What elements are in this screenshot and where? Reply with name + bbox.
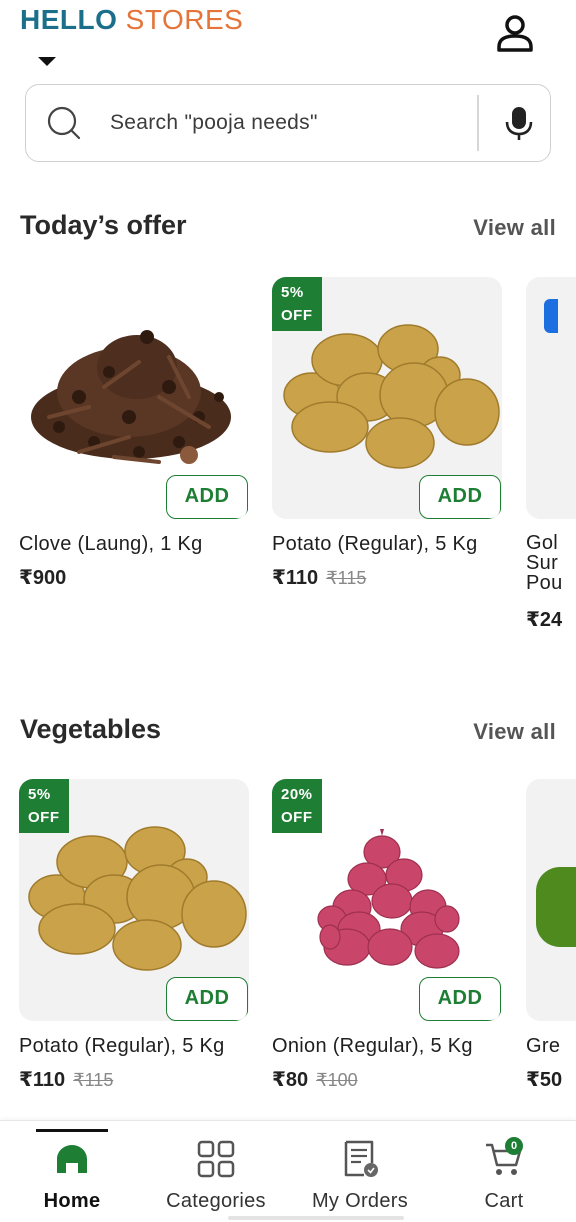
profile-icon[interactable] <box>494 14 536 54</box>
price-value: ₹110 <box>272 567 319 589</box>
discount-percent: 5% <box>28 786 51 803</box>
add-button[interactable]: ADD <box>419 977 501 1021</box>
view-all-todays-offer[interactable]: View all <box>473 215 556 241</box>
product-image-box[interactable]: 5% OFF ADD <box>19 779 249 1021</box>
discount-percent: 20% <box>281 786 313 803</box>
discount-off: OFF <box>281 307 313 324</box>
grid-icon <box>197 1140 235 1178</box>
search-icon <box>47 106 81 140</box>
product-image-box[interactable]: 20% OFF ADD <box>272 779 502 1021</box>
nav-label: Cart <box>484 1190 524 1212</box>
name-line: Sur <box>526 552 559 574</box>
product-name: Clove (Laung), 1 Kg <box>19 533 203 555</box>
logo-hello: HELLO <box>20 4 118 35</box>
add-button[interactable]: ADD <box>419 475 501 519</box>
product-card-partial[interactable]: Gol Sur Pou ₹24 <box>526 277 576 637</box>
product-image-box[interactable]: 5% OFF ADD <box>272 277 502 519</box>
price-value: ₹900 <box>19 567 67 589</box>
product-price: ₹80 ₹100 <box>272 1067 358 1092</box>
add-button[interactable]: ADD <box>166 475 248 519</box>
discount-off: OFF <box>28 809 60 826</box>
section-title-todays-offer: Today’s offer <box>20 210 187 240</box>
price-value: ₹110 <box>19 1069 66 1091</box>
product-name: Potato (Regular), 5 Kg <box>19 1035 225 1057</box>
product-name: Gol Sur Pou <box>526 533 563 593</box>
mic-icon[interactable] <box>504 105 534 141</box>
mrp-value: ₹115 <box>73 1070 114 1090</box>
product-image-box[interactable]: ADD <box>19 277 249 519</box>
view-all-vegetables[interactable]: View all <box>473 719 556 745</box>
capsicum-image <box>536 867 576 947</box>
mrp-value: ₹100 <box>316 1070 358 1090</box>
home-icon <box>57 1145 87 1173</box>
nav-label: My Orders <box>311 1190 409 1212</box>
product-price: ₹50 <box>526 1069 563 1091</box>
nav-home[interactable]: Home <box>0 1121 144 1222</box>
orders-icon <box>344 1140 378 1177</box>
discount-badge: 20% OFF <box>272 779 322 833</box>
product-image-box[interactable] <box>526 277 576 519</box>
logo-stores: STORES <box>125 4 244 35</box>
mrp-value: ₹115 <box>326 568 367 588</box>
price-value: ₹80 <box>272 1069 309 1091</box>
discount-percent: 5% <box>281 284 304 301</box>
store-logo[interactable]: HELLO STORES <box>20 4 243 36</box>
search-divider <box>477 95 479 151</box>
package-image <box>544 299 558 333</box>
product-price: ₹24 <box>526 609 563 631</box>
gesture-bar <box>228 1216 404 1220</box>
product-card-partial[interactable]: Gre ₹50 <box>526 779 576 1099</box>
section-title-vegetables: Vegetables <box>20 714 162 744</box>
nav-categories[interactable]: Categories <box>144 1121 288 1222</box>
product-name: Gre <box>526 1035 561 1057</box>
cart-count-badge: 0 <box>505 1137 523 1155</box>
nav-my-orders[interactable]: My Orders <box>288 1121 432 1222</box>
product-price: ₹900 <box>19 565 66 590</box>
chevron-down-icon[interactable] <box>38 57 56 66</box>
product-name: Potato (Regular), 5 Kg <box>272 533 478 555</box>
search-input[interactable]: Search "pooja needs" <box>110 111 318 135</box>
search-bar[interactable]: Search "pooja needs" <box>25 84 551 162</box>
app-header: HELLO STORES Search "pooja needs" <box>0 0 576 180</box>
add-button[interactable]: ADD <box>166 977 248 1021</box>
product-price: ₹110 ₹115 <box>19 1067 113 1092</box>
nav-label: Home <box>43 1190 101 1212</box>
product-image-box[interactable] <box>526 779 576 1021</box>
discount-off: OFF <box>281 809 313 826</box>
bottom-navigation: Home Categories My Orders Cart <box>0 1120 576 1222</box>
active-indicator <box>36 1129 108 1132</box>
name-line: Gol <box>526 532 559 554</box>
nav-label: Categories <box>166 1190 266 1212</box>
name-line: Pou <box>526 572 563 594</box>
product-name: Onion (Regular), 5 Kg <box>272 1035 473 1057</box>
discount-badge: 5% OFF <box>272 277 322 331</box>
nav-cart[interactable]: Cart <box>432 1121 576 1222</box>
product-price: ₹110 ₹115 <box>272 565 366 590</box>
discount-badge: 5% OFF <box>19 779 69 833</box>
